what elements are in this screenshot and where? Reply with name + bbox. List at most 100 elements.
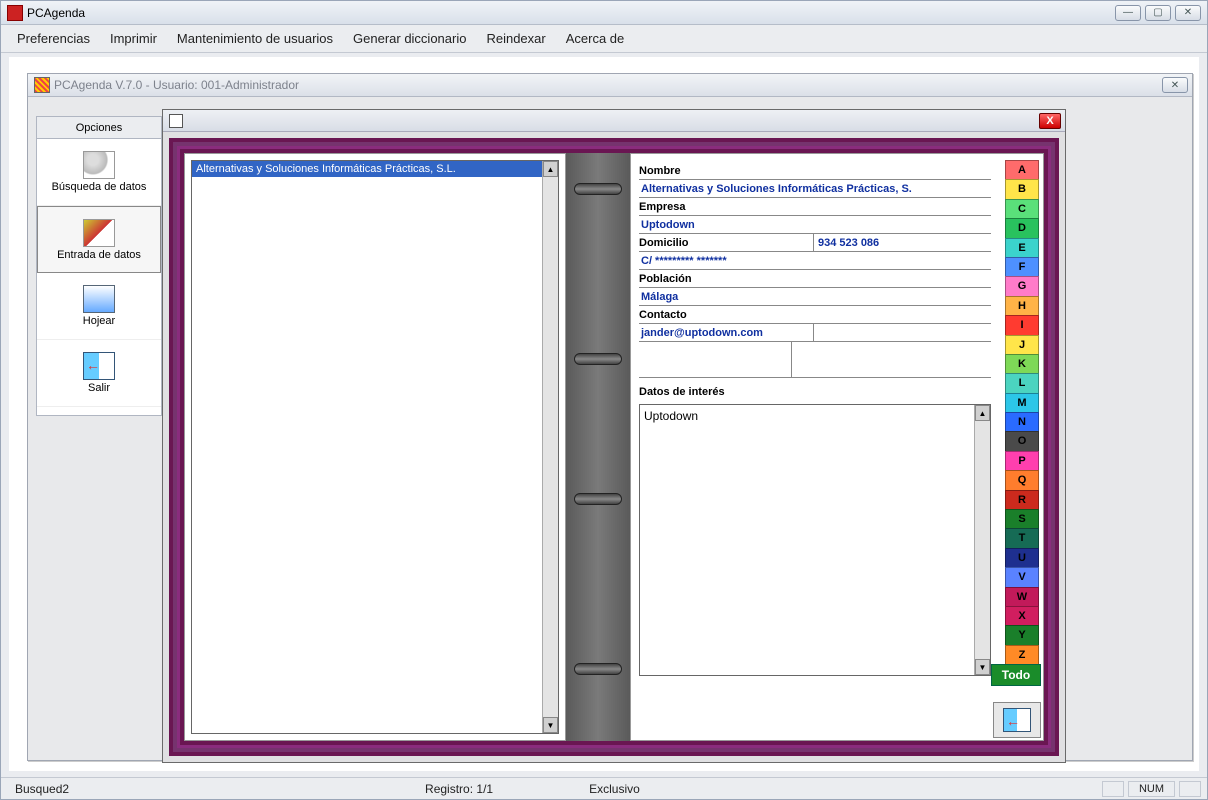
editor-titlebar: X	[163, 110, 1065, 132]
scroll-up-icon[interactable]: ▲	[975, 405, 990, 421]
child-icon	[34, 77, 50, 93]
ring-icon	[574, 493, 622, 505]
datos-scrollbar[interactable]: ▲ ▼	[974, 405, 990, 675]
app-title: PCAgenda	[27, 6, 85, 20]
az-tab-k[interactable]: K	[1005, 354, 1039, 373]
contact-list[interactable]: Alternativas y Soluciones Informáticas P…	[191, 160, 559, 734]
sidebar-item-entrada[interactable]: Entrada de datos	[37, 206, 161, 273]
sidebar: Opciones Búsqueda de datos Entrada de da…	[36, 116, 162, 416]
value-contacto-extra[interactable]	[813, 324, 991, 342]
book-icon	[83, 285, 115, 313]
az-tab-v[interactable]: V	[1005, 567, 1039, 586]
edit-icon	[83, 219, 115, 247]
main-window: PCAgenda — ▢ ✕ Preferencias Imprimir Man…	[0, 0, 1208, 800]
titlebar: PCAgenda — ▢ ✕	[1, 1, 1207, 25]
az-tab-z[interactable]: Z	[1005, 645, 1039, 664]
label-domicilio: Domicilio	[639, 234, 813, 252]
child-titlebar: PCAgenda V.7.0 - Usuario: 001-Administra…	[28, 74, 1192, 97]
sidebar-item-label: Entrada de datos	[57, 249, 141, 261]
az-tab-c[interactable]: C	[1005, 199, 1039, 218]
scroll-down-icon[interactable]: ▼	[975, 659, 990, 675]
menu-mantenimiento[interactable]: Mantenimiento de usuarios	[169, 27, 341, 50]
value-nombre[interactable]: Alternativas y Soluciones Informáticas P…	[639, 180, 991, 198]
az-tab-s[interactable]: S	[1005, 509, 1039, 528]
status-box-1	[1102, 781, 1124, 797]
value-telefono[interactable]: 934 523 086	[813, 234, 991, 252]
exit-icon	[1003, 708, 1031, 732]
editor-window: X Alternativas y Soluciones Informáticas…	[162, 109, 1066, 763]
search-icon	[83, 151, 115, 179]
binder-spine	[566, 153, 630, 741]
az-tab-todo[interactable]: Todo	[991, 664, 1041, 686]
value-empresa[interactable]: Uptodown	[639, 216, 991, 234]
status-left: Busqued2	[7, 782, 77, 796]
label-nombre: Nombre	[639, 162, 991, 180]
scroll-down-icon[interactable]: ▼	[543, 717, 558, 733]
status-mode: Exclusivo	[581, 782, 648, 796]
az-tab-p[interactable]: P	[1005, 451, 1039, 470]
maximize-button[interactable]: ▢	[1145, 5, 1171, 21]
az-tab-f[interactable]: F	[1005, 257, 1039, 276]
window-controls: — ▢ ✕	[1115, 5, 1207, 21]
app-icon	[7, 5, 23, 21]
sidebar-item-label: Búsqueda de datos	[52, 181, 147, 193]
sidebar-item-hojear[interactable]: Hojear	[37, 273, 161, 340]
label-empresa: Empresa	[639, 198, 991, 216]
page-right: Nombre Alternativas y Soluciones Informá…	[630, 153, 1044, 741]
az-tab-t[interactable]: T	[1005, 528, 1039, 547]
list-scrollbar[interactable]: ▲ ▼	[542, 161, 558, 733]
child-close-button[interactable]: ✕	[1162, 77, 1188, 93]
minimize-button[interactable]: —	[1115, 5, 1141, 21]
scroll-up-icon[interactable]: ▲	[543, 161, 558, 177]
status-num: NUM	[1128, 781, 1175, 797]
extra-fields[interactable]	[639, 342, 991, 378]
close-button[interactable]: ✕	[1175, 5, 1201, 21]
status-box-3	[1179, 781, 1201, 797]
az-tab-h[interactable]: H	[1005, 296, 1039, 315]
sidebar-header: Opciones	[37, 117, 161, 139]
page-left: Alternativas y Soluciones Informáticas P…	[184, 153, 566, 741]
az-tab-m[interactable]: M	[1005, 393, 1039, 412]
az-tab-w[interactable]: W	[1005, 587, 1039, 606]
az-index: ABCDEFGHIJKLMNOPQRSTUVWXYZTodo	[1005, 160, 1039, 686]
exit-button[interactable]	[993, 702, 1041, 738]
az-tab-d[interactable]: D	[1005, 218, 1039, 237]
az-tab-l[interactable]: L	[1005, 373, 1039, 392]
value-contacto[interactable]: jander@uptodown.com	[639, 324, 813, 342]
list-item[interactable]: Alternativas y Soluciones Informáticas P…	[192, 161, 558, 177]
editor-icon	[169, 114, 183, 128]
value-datos[interactable]: Uptodown ▲ ▼	[639, 404, 991, 676]
az-tab-u[interactable]: U	[1005, 548, 1039, 567]
status-bar: Busqued2 Registro: 1/1 Exclusivo NUM	[1, 777, 1207, 799]
ring-icon	[574, 353, 622, 365]
az-tab-n[interactable]: N	[1005, 412, 1039, 431]
menu-imprimir[interactable]: Imprimir	[102, 27, 165, 50]
menu-acerca[interactable]: Acerca de	[558, 27, 633, 50]
az-tab-i[interactable]: I	[1005, 315, 1039, 334]
label-contacto: Contacto	[639, 306, 991, 324]
az-tab-a[interactable]: A	[1005, 160, 1039, 179]
menu-diccionario[interactable]: Generar diccionario	[345, 27, 474, 50]
az-tab-e[interactable]: E	[1005, 238, 1039, 257]
value-poblacion[interactable]: Málaga	[639, 288, 991, 306]
menu-bar: Preferencias Imprimir Mantenimiento de u…	[1, 25, 1207, 53]
az-tab-x[interactable]: X	[1005, 606, 1039, 625]
ring-icon	[574, 663, 622, 675]
editor-body: Alternativas y Soluciones Informáticas P…	[169, 138, 1059, 756]
az-tab-b[interactable]: B	[1005, 179, 1039, 198]
az-tab-q[interactable]: Q	[1005, 470, 1039, 489]
az-tab-y[interactable]: Y	[1005, 625, 1039, 644]
datos-text: Uptodown	[644, 409, 698, 423]
az-tab-o[interactable]: O	[1005, 431, 1039, 450]
sidebar-item-busqueda[interactable]: Búsqueda de datos	[37, 139, 161, 206]
menu-reindexar[interactable]: Reindexar	[478, 27, 553, 50]
az-tab-r[interactable]: R	[1005, 490, 1039, 509]
value-domicilio[interactable]: C/ ********* *******	[639, 252, 991, 270]
menu-preferencias[interactable]: Preferencias	[9, 27, 98, 50]
sidebar-item-salir[interactable]: Salir	[37, 340, 161, 407]
ring-icon	[574, 183, 622, 195]
child-window: PCAgenda V.7.0 - Usuario: 001-Administra…	[27, 73, 1193, 761]
az-tab-j[interactable]: J	[1005, 335, 1039, 354]
editor-close-button[interactable]: X	[1039, 113, 1061, 129]
az-tab-g[interactable]: G	[1005, 276, 1039, 295]
